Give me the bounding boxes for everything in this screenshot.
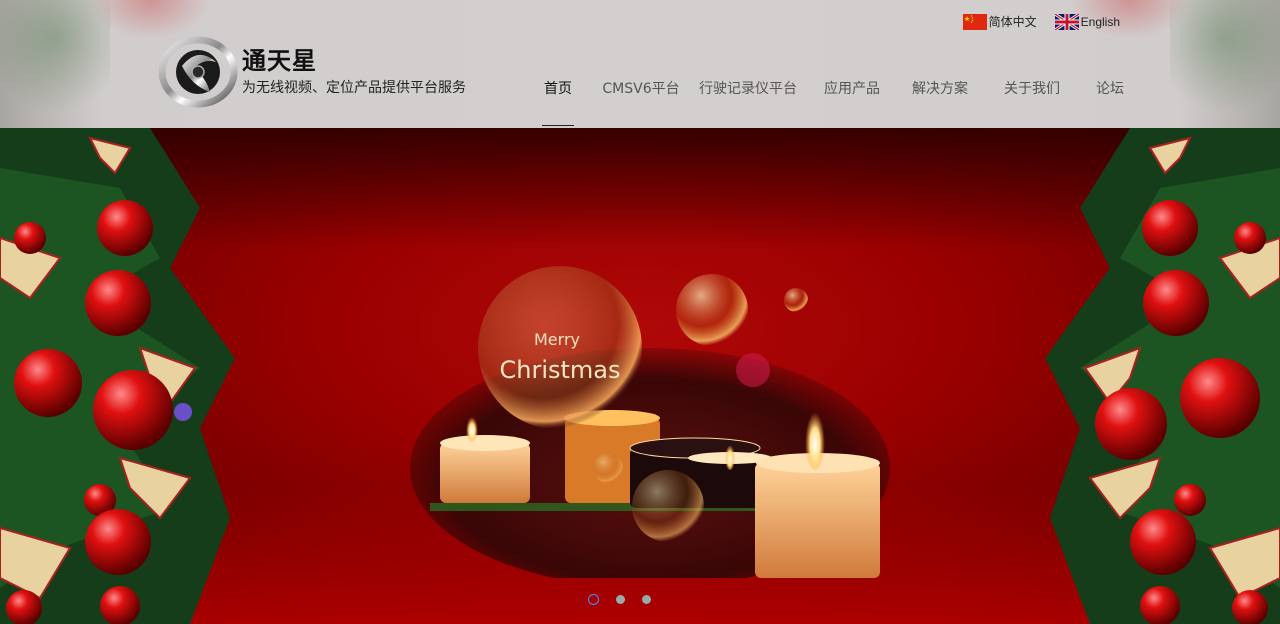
nav-item-forum[interactable]: 论坛	[1088, 78, 1132, 126]
cn-flag-icon	[962, 13, 987, 30]
nav-item-solutions[interactable]: 解决方案	[904, 78, 976, 126]
header-ribbon-left	[90, 0, 210, 40]
lang-english-link[interactable]: English	[1054, 13, 1120, 30]
nav-item-home[interactable]: 首页	[530, 78, 586, 126]
brand-name: 通天星	[242, 47, 317, 75]
nav-item-cmsv6[interactable]: CMSV6平台	[586, 78, 696, 126]
hero-banner[interactable]: Merry Christmas	[0, 128, 1280, 624]
slider-dot-2[interactable]	[616, 595, 625, 604]
logo-text: 通天星 为无线视频、定位产品提供平台服务	[242, 47, 466, 97]
logo-emblem-icon	[158, 36, 238, 108]
lang-english-label: English	[1080, 14, 1120, 29]
main-nav: 首页 CMSV6平台 行驶记录仪平台 应用产品 解决方案 关于我们 论坛	[530, 78, 1132, 126]
christmas-candles-image: Merry Christmas	[410, 266, 890, 578]
slider-pagination	[588, 594, 651, 605]
banner-text-christmas: Christmas	[499, 356, 620, 384]
language-switcher: 简体中文 English	[962, 13, 1120, 30]
banner-text-merry: Merry	[534, 330, 580, 349]
uk-flag-icon	[1054, 13, 1079, 30]
slider-dot-3[interactable]	[642, 595, 651, 604]
lang-chinese-label: 简体中文	[988, 15, 1037, 29]
slider-dot-1[interactable]	[588, 594, 599, 605]
nav-item-about-us[interactable]: 关于我们	[976, 78, 1088, 126]
site-header: 简体中文 English 通天星 为无线视频、定位产品提供平台服务 首页 CMS…	[0, 0, 1280, 128]
lang-chinese-link[interactable]: 简体中文	[962, 13, 1037, 30]
nav-item-applications[interactable]: 应用产品	[800, 78, 904, 126]
christmas-tree-right-image	[1045, 128, 1280, 624]
nav-item-recorder-platform[interactable]: 行驶记录仪平台	[696, 78, 800, 126]
christmas-tree-left-image	[0, 128, 235, 624]
brand-slogan: 为无线视频、定位产品提供平台服务	[242, 80, 466, 96]
site-logo[interactable]: 通天星 为无线视频、定位产品提供平台服务	[158, 36, 466, 108]
